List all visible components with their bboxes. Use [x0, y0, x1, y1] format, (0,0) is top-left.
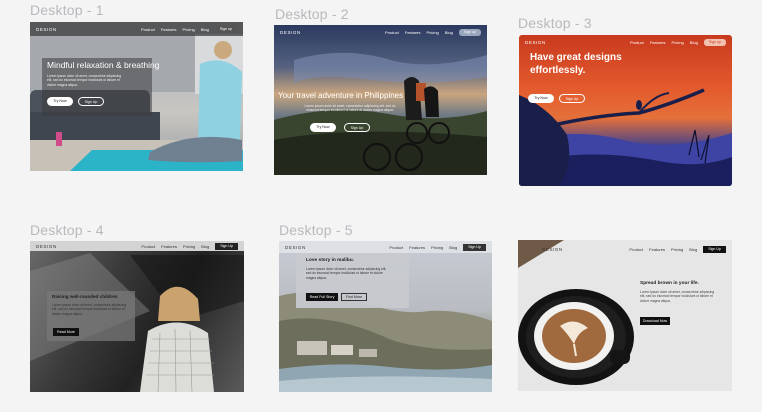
- frame-4-title: Raising well-rounded children: [52, 294, 118, 299]
- frame-5-primary-button[interactable]: Read Full Story: [306, 293, 338, 301]
- frame-1-nav: DESIGN Product Features Pricing Blog Sig…: [30, 22, 243, 36]
- frame-5-logo[interactable]: DESIGN: [285, 245, 306, 250]
- frame-3-secondary-button[interactable]: Sign Up: [559, 94, 585, 103]
- frame-1-subtitle: Lorem ipsum dolor sit amet, consectetur …: [47, 74, 122, 87]
- frame-4-nav: DESIGN Product Features Pricing Blog Sig…: [30, 241, 244, 251]
- frame-1-nav-pricing[interactable]: Pricing: [183, 27, 195, 32]
- frame-2-nav-product[interactable]: Product: [385, 30, 399, 35]
- frame-3-primary-button[interactable]: Try Now: [528, 94, 554, 103]
- frame-1-logo[interactable]: DESIGN: [36, 27, 57, 32]
- frame-5-title: Love story in malibu.: [306, 258, 354, 263]
- frame-6-illustration: [518, 240, 634, 385]
- frame-6-nav-features[interactable]: Features: [649, 247, 665, 252]
- frame-4-nav-features[interactable]: Features: [161, 244, 177, 249]
- frame-4-subtitle: Lorem ipsum dolor sit amet, consectetur …: [52, 303, 127, 316]
- frame-1-signup-button[interactable]: Sign up: [214, 25, 237, 33]
- frame-5-signup-button[interactable]: Sign Up: [463, 243, 486, 251]
- frame-2-primary-button[interactable]: Try Now: [310, 123, 336, 132]
- frame-3-nav-features[interactable]: Features: [650, 40, 666, 45]
- frame-5-nav: DESIGN Product Features Pricing Blog Sig…: [279, 241, 492, 253]
- frame-label-5: Desktop - 5: [279, 222, 353, 238]
- frame-label-3: Desktop - 3: [518, 15, 592, 31]
- frame-1-secondary-button[interactable]: Sign Up: [78, 97, 104, 106]
- frame-2-illustration: [274, 52, 487, 175]
- frame-desktop-4[interactable]: DESIGN Product Features Pricing Blog Sig…: [30, 241, 244, 392]
- frame-6-subtitle: Lorem ipsum dolor sit amet, consectetur …: [640, 290, 715, 303]
- frame-6-signup-button[interactable]: Sign Up: [703, 245, 726, 253]
- frame-2-signup-button[interactable]: Sign up: [458, 28, 481, 36]
- frame-6-nav-pricing[interactable]: Pricing: [671, 247, 683, 252]
- frame-2-secondary-button[interactable]: Sign Up: [344, 123, 370, 132]
- frame-1-primary-button[interactable]: Try Now: [47, 97, 73, 106]
- frame-2-nav-features[interactable]: Features: [405, 30, 421, 35]
- frame-1-nav-product[interactable]: Product: [141, 27, 155, 32]
- frame-3-nav: DESIGN Product Features Pricing Blog Sig…: [519, 35, 732, 49]
- frame-5-subtitle: Lorem ipsum dolor sit amet, consectetur …: [306, 267, 387, 280]
- frame-5-nav-features[interactable]: Features: [409, 245, 425, 250]
- frame-6-title: Spread brown in your life.: [640, 281, 699, 286]
- frame-4-nav-product[interactable]: Product: [141, 244, 155, 249]
- frame-label-2: Desktop - 2: [275, 6, 349, 22]
- frame-5-nav-product[interactable]: Product: [389, 245, 403, 250]
- frame-5-nav-pricing[interactable]: Pricing: [431, 245, 443, 250]
- frame-desktop-2[interactable]: DESIGN Product Features Pricing Blog Sig…: [274, 25, 487, 175]
- frame-3-title-line2: effortlessly.: [530, 65, 586, 76]
- frame-2-title: Your travel adventure in Philippines: [278, 91, 404, 100]
- frame-6-nav-blog[interactable]: Blog: [689, 247, 697, 252]
- frame-1-nav-blog[interactable]: Blog: [201, 27, 209, 32]
- frame-4-nav-pricing[interactable]: Pricing: [183, 244, 195, 249]
- frame-3-logo[interactable]: DESIGN: [525, 40, 546, 45]
- frame-5-secondary-button[interactable]: Find More: [341, 293, 367, 301]
- frame-2-nav-blog[interactable]: Blog: [445, 30, 453, 35]
- frame-1-nav-features[interactable]: Features: [161, 27, 177, 32]
- frame-4-signup-button[interactable]: Sign Up: [215, 242, 238, 250]
- frame-3-nav-blog[interactable]: Blog: [690, 40, 698, 45]
- frame-4-logo[interactable]: DESIGN: [36, 244, 57, 249]
- frame-3-title-line1: Have great designs: [530, 52, 622, 63]
- frame-6-logo[interactable]: DESIGN: [542, 247, 563, 252]
- frame-desktop-3[interactable]: DESIGN Product Features Pricing Blog Sig…: [519, 35, 732, 186]
- frame-3-nav-product[interactable]: Product: [630, 40, 644, 45]
- frame-4-nav-blog[interactable]: Blog: [201, 244, 209, 249]
- frame-3-nav-pricing[interactable]: Pricing: [672, 40, 684, 45]
- frame-1-title: Mindful relaxation & breathing: [47, 60, 160, 70]
- frame-5-nav-blog[interactable]: Blog: [449, 245, 457, 250]
- frame-desktop-5[interactable]: DESIGN Product Features Pricing Blog Sig…: [279, 241, 492, 392]
- frame-2-subtitle: Lorem ipsum dolor sit amet, consectetur …: [304, 104, 396, 113]
- frame-2-logo[interactable]: DESIGN: [280, 30, 301, 35]
- frame-2-nav-pricing[interactable]: Pricing: [427, 30, 439, 35]
- frame-6-nav-product[interactable]: Product: [629, 247, 643, 252]
- frame-3-signup-button[interactable]: Sign up: [703, 38, 726, 46]
- frame-6-nav: DESIGN Product Features Pricing Blog Sig…: [518, 240, 732, 258]
- frame-desktop-6[interactable]: DESIGN Product Features Pricing Blog Sig…: [518, 240, 732, 391]
- frame-4-primary-button[interactable]: Read More: [53, 328, 79, 336]
- frame-6-primary-button[interactable]: Download Now: [640, 317, 670, 325]
- frame-desktop-1[interactable]: DESIGN Product Features Pricing Blog Sig…: [30, 22, 243, 171]
- frame-label-4: Desktop - 4: [30, 222, 104, 238]
- frame-2-nav: DESIGN Product Features Pricing Blog Sig…: [274, 25, 487, 39]
- frame-label-1: Desktop - 1: [30, 2, 104, 18]
